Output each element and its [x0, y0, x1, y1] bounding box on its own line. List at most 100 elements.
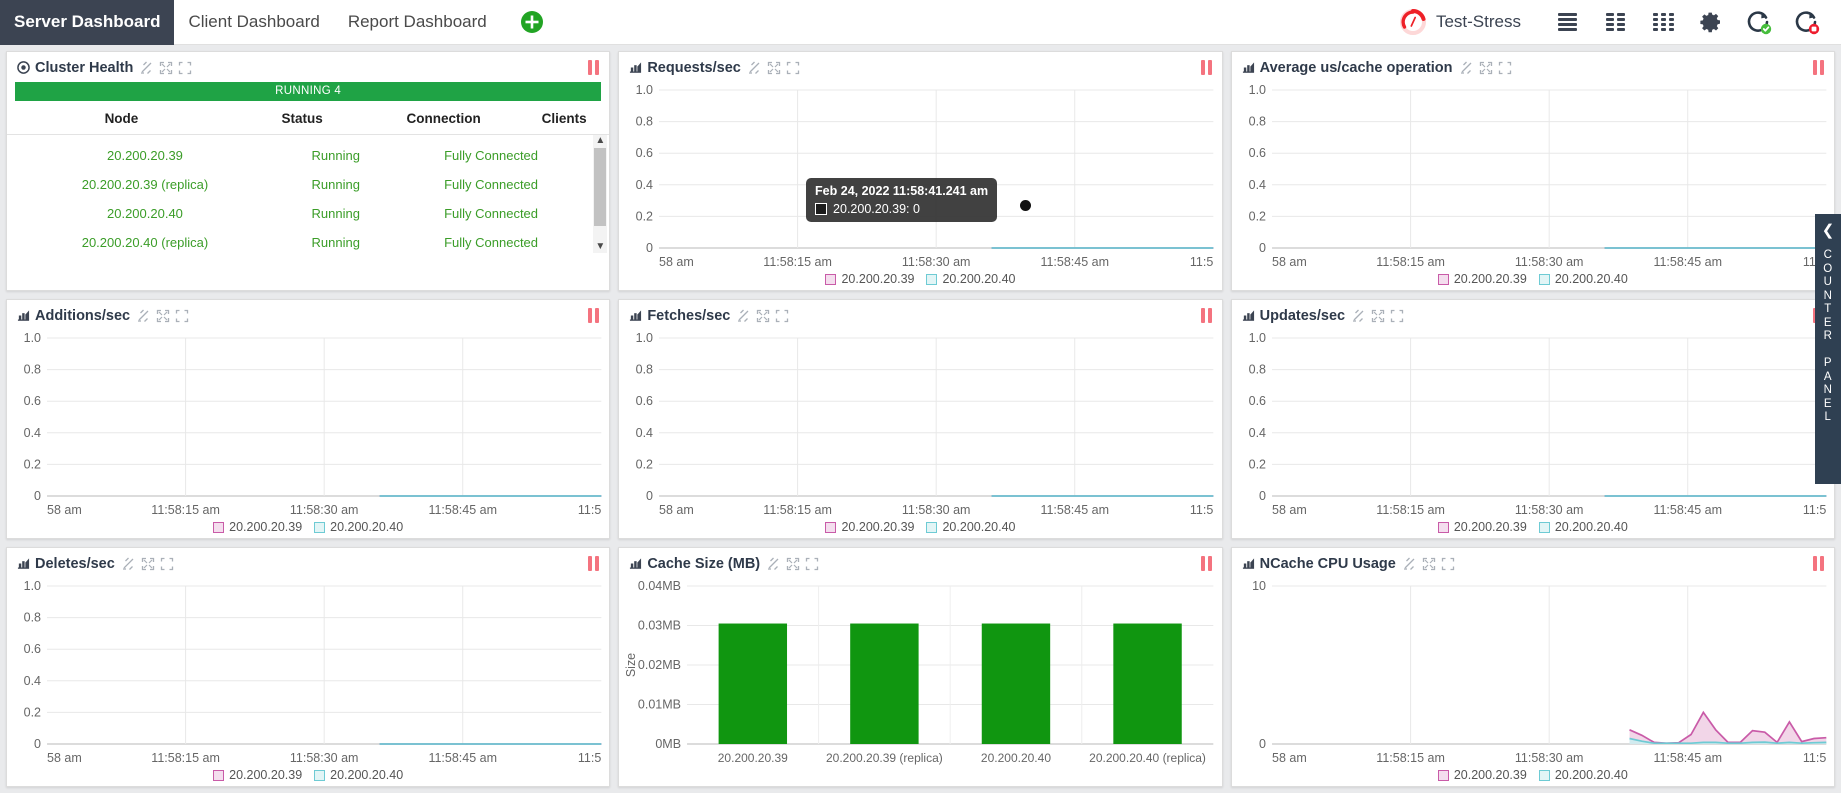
- expand-icon[interactable]: [156, 309, 170, 323]
- chart-updates-per-sec[interactable]: 1.0 0.8 0.6 0.4 0.2 0 58 am 11:58:15 am 11:58:30…: [1232, 328, 1834, 538]
- pause-button[interactable]: [1200, 308, 1212, 323]
- pause-button[interactable]: [1200, 556, 1212, 571]
- configure-counters-icon[interactable]: [122, 557, 136, 571]
- legend-item-node39[interactable]: 20.200.20.39: [213, 520, 302, 534]
- column-header-clients: Clients: [518, 107, 610, 135]
- legend-item-node40[interactable]: 20.200.20.40: [1538, 520, 1628, 534]
- panel-average-us-cache-operation-body: 1.0 0.8 0.6 0.4 0.2 0 58 am 11:58:15 am 11:58:30…: [1232, 80, 1834, 290]
- expand-icon[interactable]: [141, 557, 155, 571]
- start-monitoring-button[interactable]: [1735, 0, 1783, 45]
- svg-text:11:58:45 am: 11:58:45 am: [1653, 255, 1722, 269]
- expand-icon[interactable]: [1422, 557, 1436, 571]
- svg-text:58 am: 58 am: [1272, 255, 1307, 269]
- configure-counters-icon[interactable]: [767, 557, 781, 571]
- chart-average-us-cache-operation[interactable]: 1.0 0.8 0.6 0.4 0.2 0 58 am 11:58:15 am 11:58:30…: [1232, 80, 1834, 290]
- expand-icon[interactable]: [159, 61, 173, 75]
- dashboard-grid: Cluster Health RUNNING 4 Node Status Con…: [0, 45, 1841, 793]
- expand-icon[interactable]: [1371, 309, 1385, 323]
- fullscreen-icon[interactable]: [178, 61, 192, 75]
- legend-item-node39[interactable]: 20.200.20.39: [825, 520, 914, 534]
- configure-counters-icon[interactable]: [748, 61, 762, 75]
- panel-updates-per-sec: Updates/sec 1.0 0.8 0.6 0.4 0.2 0 58 am 11:58:1…: [1230, 299, 1835, 539]
- tab-server-dashboard[interactable]: Server Dashboard: [0, 0, 175, 45]
- fullscreen-icon[interactable]: [786, 61, 800, 75]
- cluster-health-table: 20.200.20.39 Running Fully Connected 0 2…: [7, 141, 609, 253]
- expand-icon[interactable]: [1479, 61, 1493, 75]
- configure-counters-icon[interactable]: [1460, 61, 1474, 75]
- pause-button[interactable]: [588, 556, 600, 571]
- chart-deletes-per-sec[interactable]: 1.0 0.8 0.6 0.4 0.2 0 58 am 11:58:15 am 11:58:30…: [7, 576, 609, 786]
- chart-fetches-per-sec[interactable]: 1.0 0.8 0.6 0.4 0.2 0 58 am 11:58:15 am 11:58:30…: [619, 328, 1221, 538]
- configure-counters-icon[interactable]: [137, 309, 151, 323]
- fullscreen-icon[interactable]: [1498, 61, 1512, 75]
- scrollbar-thumb[interactable]: [594, 148, 607, 226]
- expand-icon[interactable]: [786, 557, 800, 571]
- legend-item-node39[interactable]: 20.200.20.39: [1437, 272, 1527, 286]
- fullscreen-icon[interactable]: [775, 309, 789, 323]
- tab-report-dashboard[interactable]: Report Dashboard: [334, 0, 501, 45]
- fullscreen-icon[interactable]: [160, 557, 174, 571]
- configure-counters-icon[interactable]: [140, 61, 154, 75]
- legend-item-node40[interactable]: 20.200.20.40: [314, 768, 403, 782]
- chart-ncache-cpu-usage[interactable]: 10 0 58 am 11:58:15 am 11:58:30 am 11:58:45 a…: [1232, 576, 1834, 786]
- panel-ncache-cpu-usage-header: NCache CPU Usage: [1232, 548, 1834, 576]
- fullscreen-icon[interactable]: [1390, 309, 1404, 323]
- settings-button[interactable]: [1687, 0, 1735, 45]
- tab-client-dashboard[interactable]: Client Dashboard: [174, 0, 333, 45]
- stop-monitoring-button[interactable]: [1783, 0, 1831, 45]
- legend-item-node40[interactable]: 20.200.20.40: [314, 520, 403, 534]
- svg-text:1.0: 1.0: [24, 331, 41, 345]
- fullscreen-icon[interactable]: [175, 309, 189, 323]
- chart-cache-size[interactable]: 0.04MB 0.03MB 0.02MB 0.01MB 0MB 20.200.20.39 2…: [619, 576, 1221, 786]
- counter-panel-toggle[interactable]: ❮ COUNTER PANEL: [1815, 214, 1841, 484]
- fullscreen-icon[interactable]: [805, 557, 819, 571]
- pause-button[interactable]: [588, 60, 600, 75]
- chart-requests-per-sec[interactable]: 1.0 0.8 0.6 0.4 0.2 0 58 am 11:58:15 am 11:58:30…: [619, 80, 1221, 290]
- legend-item-node39[interactable]: 20.200.20.39: [213, 768, 302, 782]
- configure-counters-icon[interactable]: [737, 309, 751, 323]
- legend-item-node39[interactable]: 20.200.20.39: [1437, 520, 1527, 534]
- cell-node: 20.200.20.39 (replica): [81, 177, 209, 192]
- pause-button[interactable]: [588, 308, 600, 323]
- svg-text:11:58:30 am: 11:58:30 am: [290, 751, 359, 765]
- svg-text:0: 0: [1259, 737, 1266, 751]
- panel-average-us-cache-operation: Average us/cache operation 1.0 0.8 0.6 0.4 0…: [1230, 51, 1835, 291]
- svg-text:11:58:15 am: 11:58:15 am: [764, 255, 833, 269]
- configure-counters-icon[interactable]: [1403, 557, 1417, 571]
- pause-button[interactable]: [1200, 60, 1212, 75]
- svg-text:11:58:30 am: 11:58:30 am: [902, 503, 971, 517]
- legend-item-node39[interactable]: 20.200.20.39: [825, 272, 914, 286]
- layout-three-column-button[interactable]: [1639, 0, 1687, 45]
- layout-two-column-button[interactable]: [1591, 0, 1639, 45]
- expand-icon[interactable]: [756, 309, 770, 323]
- fullscreen-icon[interactable]: [1441, 557, 1455, 571]
- svg-text:11:58:15 am: 11:58:15 am: [1376, 751, 1445, 765]
- table-row[interactable]: 20.200.20.39 (replica) Running Fully Con…: [7, 170, 609, 199]
- layout-one-column-button[interactable]: [1543, 0, 1591, 45]
- chevron-up-icon[interactable]: ▲: [595, 135, 605, 147]
- chart-additions-per-sec[interactable]: 1.0 0.8 0.6 0.4 0.2 0 58 am 11:58:15 am 11:58:30…: [7, 328, 609, 538]
- panel-average-us-cache-operation-header: Average us/cache operation: [1232, 52, 1834, 80]
- legend-item-node40[interactable]: 20.200.20.40: [926, 520, 1015, 534]
- cluster-health-scrollbar[interactable]: ▲ ▼: [593, 135, 608, 253]
- table-row[interactable]: 20.200.20.40 (replica) Running Fully Con…: [7, 228, 609, 253]
- pause-button[interactable]: [1812, 556, 1824, 571]
- panel-cluster-health: Cluster Health RUNNING 4 Node Status Con…: [6, 51, 611, 291]
- panel-fetches-per-sec-body: 1.0 0.8 0.6 0.4 0.2 0 58 am 11:58:15 am 11:58:30…: [619, 328, 1221, 538]
- legend-item-node39[interactable]: 20.200.20.39: [1437, 768, 1527, 782]
- pause-button[interactable]: [1812, 60, 1824, 75]
- add-dashboard-button[interactable]: [519, 9, 545, 35]
- chevron-down-icon[interactable]: ▼: [595, 241, 605, 253]
- expand-icon[interactable]: [767, 61, 781, 75]
- panel-ncache-cpu-usage-body: 10 0 58 am 11:58:15 am 11:58:30 am 11:58:45 a…: [1232, 576, 1834, 786]
- legend-item-node40[interactable]: 20.200.20.40: [926, 272, 1015, 286]
- table-row[interactable]: 20.200.20.40 Running Fully Connected 0: [7, 199, 609, 228]
- svg-text:0.6: 0.6: [1248, 394, 1265, 408]
- legend-item-node40[interactable]: 20.200.20.40: [1538, 272, 1628, 286]
- chart-legend: 20.200.20.39 20.200.20.40: [619, 272, 1221, 286]
- legend-label: 20.200.20.39: [1453, 768, 1527, 782]
- table-row[interactable]: 20.200.20.39 Running Fully Connected 0: [7, 141, 609, 170]
- legend-item-node40[interactable]: 20.200.20.40: [1538, 768, 1628, 782]
- panel-title: Deletes/sec: [35, 555, 115, 572]
- configure-counters-icon[interactable]: [1352, 309, 1366, 323]
